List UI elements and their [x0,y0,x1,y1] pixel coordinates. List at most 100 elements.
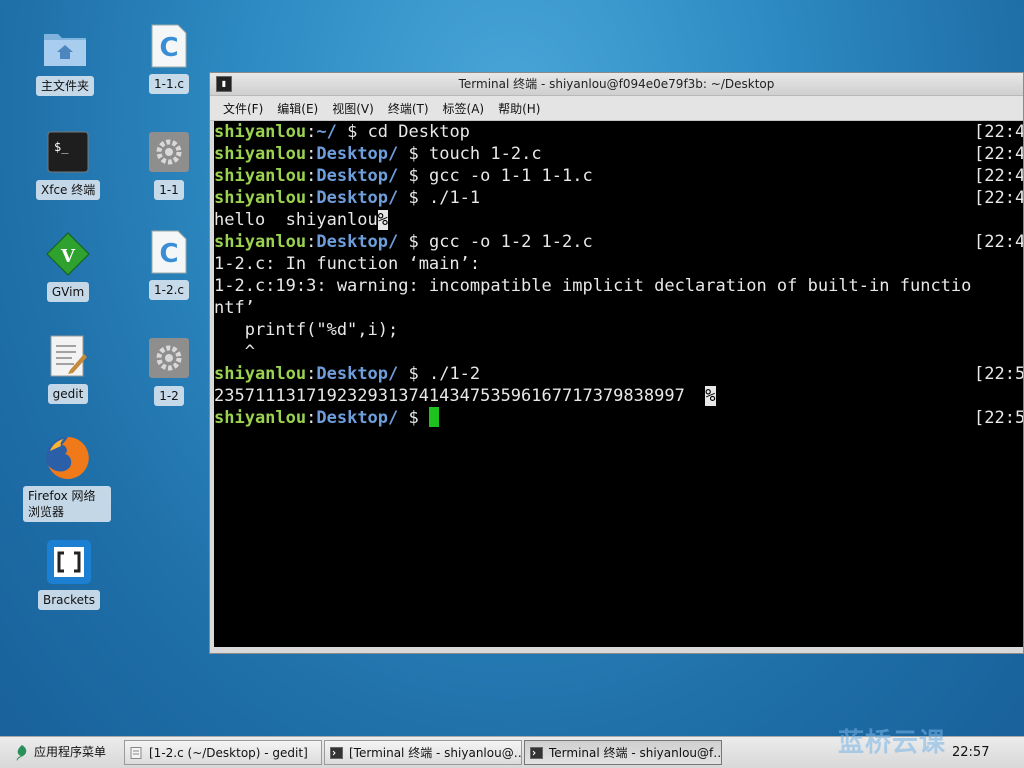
output-text: 1-2.c:19:3: warning: incompatible implic… [214,276,972,296]
taskbar-button-label: [1-2.c (~/Desktop) - gedit] [149,746,308,760]
taskbar-button-terminal-2[interactable]: Terminal 终端 - shiyanlou@f… [524,740,722,765]
prompt-colon: : [306,232,317,252]
menu-edit[interactable]: 编辑(E) [277,100,318,117]
prompt-timestamp: [22:4 [974,144,1023,164]
gvim-icon: V [44,230,92,278]
executable-gear-icon [145,334,193,382]
svg-text:C: C [159,33,178,63]
terminal-icon [330,747,343,759]
desktop-icon-1-2-c[interactable]: C 1-2.c [145,228,193,300]
taskbar-clock[interactable]: 22:57 [952,740,989,765]
terminal-line: shiyanlou:Desktop/ $ touch 1-2.c [22:4 [214,143,1023,165]
prompt-command: $ ./1-2 [398,364,481,384]
taskbar-button-label: [Terminal 终端 - shiyanlou@… [349,746,522,760]
window-title: Terminal 终端 - shiyanlou@f094e0e79f3b: ~/… [458,77,775,91]
terminal-icon: $_ [44,128,92,176]
no-newline-marker: % [377,210,389,230]
window-titlebar[interactable]: ▮ Terminal 终端 - shiyanlou@f094e0e79f3b: … [210,73,1023,96]
brackets-icon [45,538,93,586]
prompt-command: $ touch 1-2.c [398,144,542,164]
desktop-icon-label: Firefox 网络浏览器 [23,486,111,522]
terminal-line: shiyanlou:Desktop/ $ gcc -o 1-1 1-1.c [22… [214,165,1023,187]
desktop-icon-gvim[interactable]: V GVim [44,230,92,302]
desktop-icon-label: GVim [46,282,90,302]
desktop-icon-label: 主文件夹 [36,76,95,96]
menu-help[interactable]: 帮助(H) [498,100,540,117]
taskbar-button-terminal-1[interactable]: [Terminal 终端 - shiyanlou@… [324,740,522,765]
prompt-timestamp: [22:4 [974,232,1023,252]
desktop-icon-label: 1-2 [154,386,184,406]
app-menu-label: 应用程序菜单 [34,745,107,759]
gedit-icon [130,747,142,759]
terminal-line: shiyanlou:Desktop/ $ gcc -o 1-2 1-2.c [22… [214,231,1023,253]
prompt-user: shiyanlou [214,408,307,428]
terminal-window[interactable]: ▮ Terminal 终端 - shiyanlou@f094e0e79f3b: … [209,72,1024,654]
terminal-line: 1-2.c: In function ‘main’: [214,253,1023,275]
prompt-command: $ gcc -o 1-2 1-2.c [398,232,593,252]
menu-terminal[interactable]: 终端(T) [388,100,429,117]
output-text: ntf’ [214,298,255,318]
desktop-icon-1-1-c[interactable]: C 1-1.c [145,22,193,94]
prompt-path: Desktop/ [316,232,399,252]
prompt-colon: : [306,122,317,142]
taskbar-button-gedit[interactable]: [1-2.c (~/Desktop) - gedit] [124,740,322,765]
desktop-icon-label: Xfce 终端 [36,180,101,200]
prompt-colon: : [306,408,317,428]
menu-view[interactable]: 视图(V) [332,100,374,117]
c-source-file-icon: C [145,22,193,70]
desktop-icon-gedit[interactable]: gedit [44,332,92,404]
taskbar-button-label: Terminal 终端 - shiyanlou@f… [549,746,722,760]
terminal-output[interactable]: shiyanlou:~/ $ cd Desktop [22:4 shiyanlou:… [214,121,1023,647]
prompt-timestamp: [22:4 [974,166,1023,186]
prompt-path: Desktop/ [316,144,399,164]
desktop-icon-label: gedit [47,384,89,404]
desktop-icon-label: 1-2.c [148,280,189,300]
desktop-icon-1-1[interactable]: 1-1 [145,128,193,200]
menu-tabs[interactable]: 标签(A) [443,100,485,117]
prompt-timestamp: [22:5 [974,408,1023,428]
output-text: 1-2.c: In function ‘main’: [214,254,481,274]
desktop-icon-home-folder[interactable]: 主文件夹 [36,24,95,96]
prompt-path: Desktop/ [316,188,399,208]
desktop-icon-xfce-terminal[interactable]: $_ Xfce 终端 [36,128,101,200]
gedit-icon [44,332,92,380]
prompt-user: shiyanlou [214,166,307,186]
prompt-user: shiyanlou [214,144,307,164]
prompt-path: Desktop/ [316,364,399,384]
desktop-icon-label: 1-1.c [148,74,189,94]
firefox-icon [43,434,91,482]
prompt-user: shiyanlou [214,188,307,208]
prompt-colon: : [306,166,317,186]
menu-file[interactable]: 文件(F) [223,100,263,117]
svg-text:$_: $_ [54,140,69,154]
terminal-icon [530,747,543,759]
desktop-icon-label: 1-1 [154,180,184,200]
terminal-line: hello shiyanlou% [214,209,1023,231]
terminal-line: shiyanlou:~/ $ cd Desktop [22:4 [214,121,1023,143]
terminal-line: ntf’ [214,297,1023,319]
svg-text:V: V [60,246,76,267]
desktop-icon-brackets[interactable]: Brackets [38,538,100,610]
output-text: hello shiyanlou [214,210,378,230]
prompt-command: $ ./1-1 [398,188,481,208]
home-folder-icon [41,24,89,72]
terminal-line: 1-2.c:19:3: warning: incompatible implic… [214,275,1023,297]
terminal-line: ^ [214,341,1023,363]
terminal-line: printf("%d",i); [214,319,1023,341]
prompt-user: shiyanlou [214,232,307,252]
app-menu-button[interactable]: 应用程序菜单 [6,740,118,765]
prompt-user: shiyanlou [214,364,307,384]
prompt-timestamp: [22:5 [974,364,1023,384]
terminal-icon: ▮ [216,76,232,92]
watermark-logo: 蓝桥云课 [838,728,947,758]
desktop-icon-firefox[interactable]: Firefox 网络浏览器 [22,434,112,522]
output-text: printf("%d",i); [214,320,399,340]
output-text: 2357111317192329313741434753596167717379… [214,386,706,406]
desktop-icon-label: Brackets [38,590,100,610]
executable-gear-icon [145,128,193,176]
app-menu-icon [16,745,27,761]
terminal-line: shiyanlou:Desktop/ $ [22:5 [214,407,1023,429]
prompt-timestamp: [22:4 [974,122,1023,142]
prompt-colon: : [306,188,317,208]
desktop-icon-1-2[interactable]: 1-2 [145,334,193,406]
